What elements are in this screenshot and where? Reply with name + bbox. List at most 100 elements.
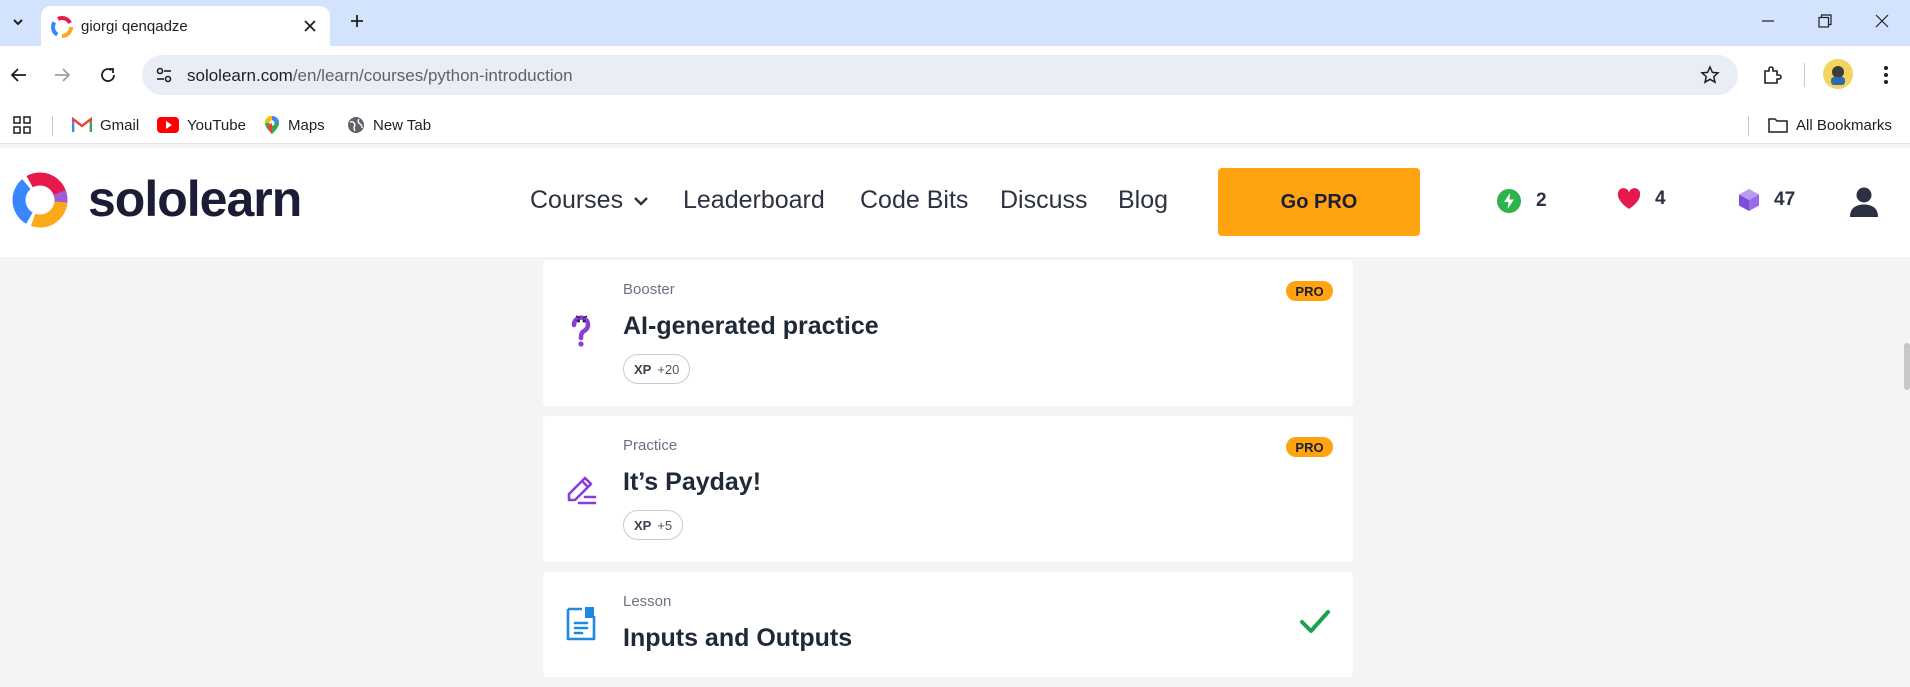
logo-text[interactable]: sololearn xyxy=(88,170,302,228)
maps-pin-icon xyxy=(265,116,279,134)
browser-tab-active[interactable]: giorgi qenqadze xyxy=(41,6,330,46)
card-type: Lesson xyxy=(623,593,672,610)
lesson-card-lesson[interactable]: Lesson Inputs and Outputs xyxy=(543,572,1353,677)
tab-search-button[interactable] xyxy=(5,9,31,35)
youtube-icon xyxy=(157,117,179,133)
all-bookmarks-button[interactable]: All Bookmarks xyxy=(1768,114,1892,136)
profile-avatar[interactable] xyxy=(1823,59,1853,89)
card-title: It’s Payday! xyxy=(623,468,762,496)
address-bar[interactable]: sololearn.com/en/learn/courses/python-in… xyxy=(142,55,1738,95)
xp-value: +20 xyxy=(657,361,680,377)
globe-icon xyxy=(348,117,364,133)
xp-chip: XP +5 xyxy=(623,510,684,540)
document-icon xyxy=(566,607,596,641)
restore-icon xyxy=(1818,14,1832,28)
avatar-icon xyxy=(1831,66,1845,85)
hearts-count: 4 xyxy=(1655,188,1666,209)
bookmarks-bar: Gmail YouTube Maps New Tab All Bookmarks xyxy=(0,104,1910,144)
plus-icon xyxy=(351,15,363,27)
bookmark-label: New Tab xyxy=(373,116,432,134)
lesson-card-practice[interactable]: Practice It’s Payday! XP +5 PRO xyxy=(543,416,1353,562)
nav-code-bits[interactable]: Code Bits xyxy=(860,186,968,215)
browser-tab-bar: giorgi qenqadze xyxy=(0,0,1910,46)
xp-label: XP xyxy=(634,361,652,377)
hearts-counter[interactable]: 4 xyxy=(1617,188,1666,210)
tune-icon xyxy=(156,67,172,83)
bookmark-maps[interactable]: Maps xyxy=(264,114,325,136)
card-title: AI-generated practice xyxy=(623,312,879,340)
bookmark-youtube[interactable]: YouTube xyxy=(157,114,246,136)
url-host: sololearn.com xyxy=(187,66,293,85)
site-info-button[interactable] xyxy=(150,61,178,89)
minimize-icon xyxy=(1762,20,1774,22)
browser-menu-button[interactable] xyxy=(1872,61,1900,89)
close-icon xyxy=(304,20,316,32)
puzzle-icon xyxy=(1764,66,1782,84)
pencil-icon xyxy=(567,476,597,505)
extensions-button[interactable] xyxy=(1758,61,1786,89)
new-tab-button[interactable] xyxy=(344,8,370,34)
gem-cube-icon xyxy=(1739,189,1759,211)
user-profile-icon[interactable] xyxy=(1849,186,1879,218)
bookmark-label: Gmail xyxy=(100,116,140,134)
browser-toolbar: sololearn.com/en/learn/courses/python-in… xyxy=(0,46,1910,104)
nav-discuss[interactable]: Discuss xyxy=(1000,186,1088,215)
all-bookmarks-label: All Bookmarks xyxy=(1796,116,1892,134)
sololearn-favicon-icon xyxy=(51,16,73,38)
xp-label: XP xyxy=(634,517,652,533)
chevron-down-icon xyxy=(13,19,23,26)
url-path: /en/learn/courses/python-introduction xyxy=(292,66,573,85)
streak-count: 2 xyxy=(1536,190,1547,211)
arrow-right-icon xyxy=(55,68,71,82)
chevron-down-icon xyxy=(634,197,648,207)
question-mark-icon xyxy=(571,315,591,347)
bookmark-label: Maps xyxy=(288,116,325,134)
checkmark-icon xyxy=(1300,610,1330,633)
card-type: Practice xyxy=(623,437,678,454)
gmail-icon xyxy=(72,117,92,132)
gems-count: 47 xyxy=(1774,189,1796,210)
nav-blog[interactable]: Blog xyxy=(1118,186,1168,215)
bookmarks-divider xyxy=(52,116,53,136)
apps-button[interactable] xyxy=(12,114,32,136)
card-type: Booster xyxy=(623,281,675,298)
bookmark-label: YouTube xyxy=(187,116,246,134)
pro-badge: PRO xyxy=(1286,437,1333,457)
close-window-button[interactable] xyxy=(1862,8,1902,34)
go-pro-button[interactable]: Go PRO xyxy=(1218,168,1420,236)
restore-button[interactable] xyxy=(1805,8,1845,34)
site-header: sololearn Courses Leaderboard Code Bits … xyxy=(0,148,1910,257)
nav-courses[interactable]: Courses xyxy=(530,186,649,215)
star-icon xyxy=(1700,65,1720,84)
nav-leaderboard[interactable]: Leaderboard xyxy=(683,186,825,215)
bookmarks-divider xyxy=(1748,116,1749,136)
nav-courses-label: Courses xyxy=(530,186,624,214)
lesson-card-booster[interactable]: Booster AI-generated practice XP +20 PRO xyxy=(543,260,1353,406)
heart-icon xyxy=(1617,188,1641,209)
tab-title: giorgi qenqadze xyxy=(81,18,188,35)
toolbar-divider xyxy=(1804,63,1805,87)
sololearn-logo-icon[interactable] xyxy=(10,170,70,230)
tab-close-button[interactable] xyxy=(300,16,320,36)
gems-counter[interactable]: 47 xyxy=(1738,188,1795,212)
back-button[interactable] xyxy=(5,61,33,89)
reload-icon xyxy=(101,68,115,82)
close-icon xyxy=(1875,14,1889,28)
card-title: Inputs and Outputs xyxy=(623,624,853,652)
xp-chip: XP +20 xyxy=(623,354,691,384)
page-scrollbar-thumb[interactable] xyxy=(1904,343,1910,390)
bookmark-star-button[interactable] xyxy=(1698,63,1722,87)
bookmark-new-tab[interactable]: New Tab xyxy=(347,114,431,136)
bookmark-gmail[interactable]: Gmail xyxy=(72,114,139,136)
folder-icon xyxy=(1768,118,1788,133)
streak-counter[interactable]: 2 xyxy=(1496,188,1547,214)
forward-button[interactable] xyxy=(48,61,76,89)
lightning-icon xyxy=(1497,189,1521,213)
arrow-left-icon xyxy=(10,68,26,82)
minimize-button[interactable] xyxy=(1748,8,1788,34)
apps-grid-icon xyxy=(13,116,31,134)
xp-value: +5 xyxy=(657,517,673,533)
pro-badge: PRO xyxy=(1286,281,1333,301)
url-text: sololearn.com/en/learn/courses/python-in… xyxy=(187,66,573,86)
reload-button[interactable] xyxy=(94,61,122,89)
